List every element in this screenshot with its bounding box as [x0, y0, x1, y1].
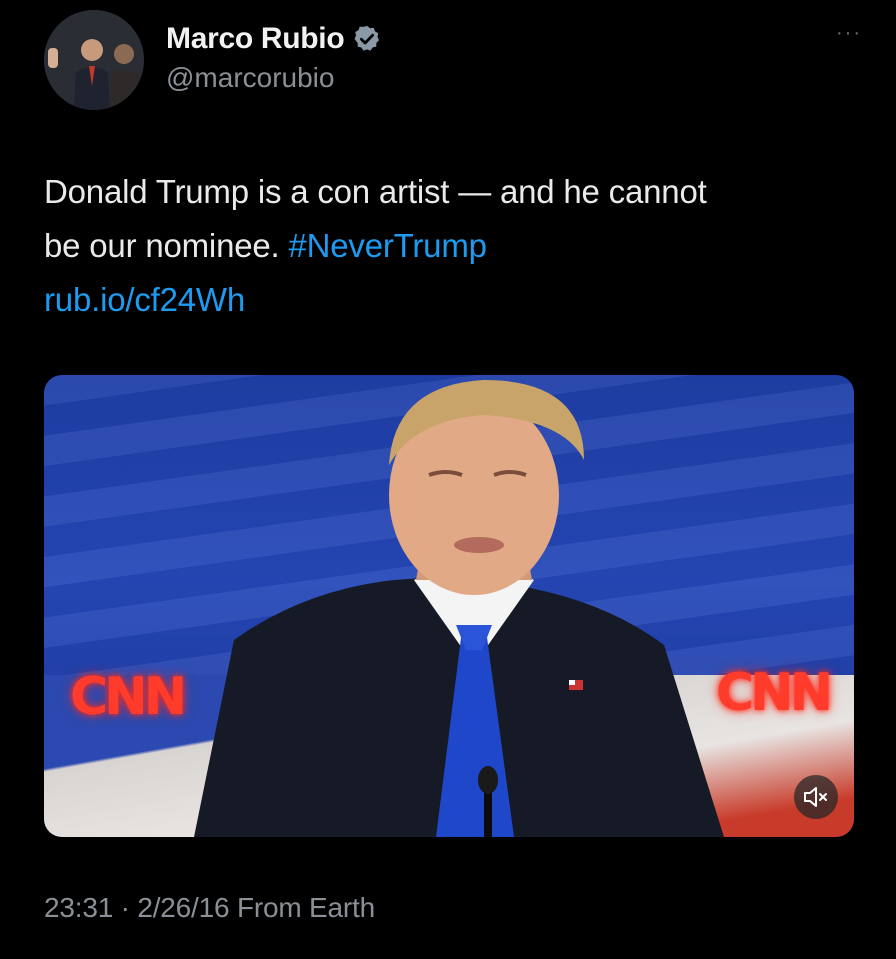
- speaker-muted-icon: [804, 787, 827, 807]
- tweet-timestamp[interactable]: 23:31 · 2/26/16 From Earth: [44, 892, 375, 924]
- tweet-text-plain: be our nominee.: [44, 227, 280, 264]
- verified-badge-icon: [354, 25, 380, 51]
- hashtag-link[interactable]: #NeverTrump: [288, 227, 487, 264]
- tweet-text-line-1: Donald Trump is a con artist — and he ca…: [44, 173, 707, 210]
- more-options-icon[interactable]: ···: [829, 22, 869, 44]
- tweet-text-line-2: be our nominee. #NeverTrump: [44, 219, 864, 273]
- display-name[interactable]: Marco Rubio: [166, 22, 345, 56]
- profile-photo: [44, 10, 144, 110]
- avatar[interactable]: [44, 10, 144, 110]
- video-player[interactable]: CNN CNN: [44, 375, 854, 837]
- url-link[interactable]: rub.io/cf24Wh: [44, 273, 864, 327]
- tweet-text: Donald Trump is a con artist — and he ca…: [44, 165, 864, 327]
- video-frame-person: [194, 380, 724, 837]
- tweet-header: Marco Rubio @marcorubio ···: [44, 10, 864, 120]
- mute-button[interactable]: [794, 775, 838, 819]
- handle[interactable]: @marcorubio: [166, 62, 382, 94]
